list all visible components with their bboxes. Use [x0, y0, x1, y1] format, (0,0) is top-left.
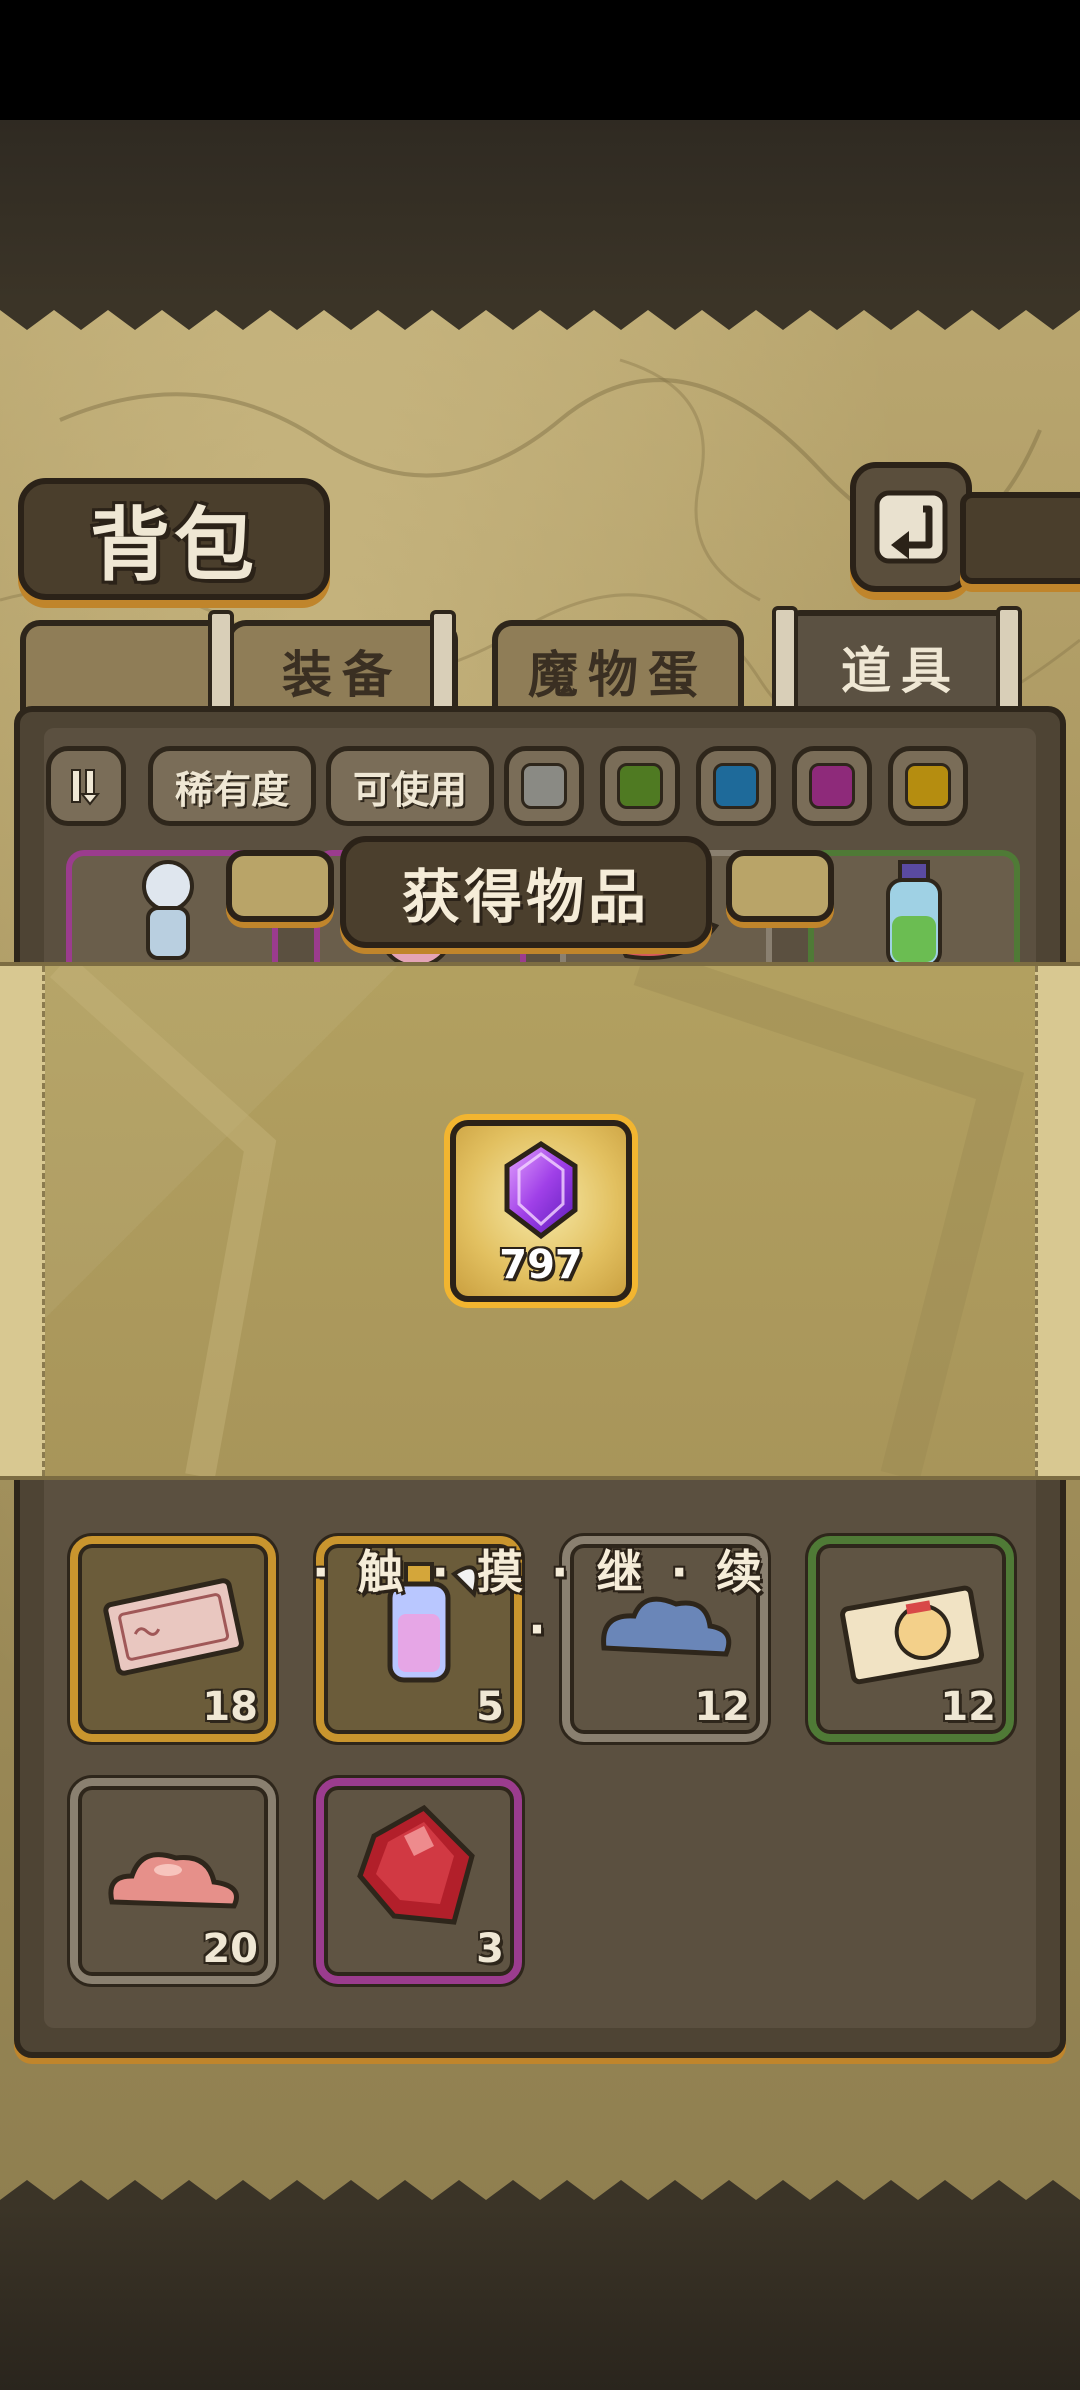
tab-divider: [430, 610, 456, 718]
filter-purple-button[interactable]: [792, 746, 872, 826]
reward-quantity: 797: [499, 1242, 583, 1288]
title-plate: 背包: [18, 478, 330, 600]
potion-bottle-icon: [886, 860, 942, 968]
popup-title: 获得物品: [340, 836, 712, 948]
pink-slime-icon: [108, 1852, 239, 1909]
item-slot[interactable]: 18: [70, 1536, 276, 1742]
red-gem-icon: [357, 1804, 475, 1925]
green-swatch: [617, 763, 663, 809]
tap-to-continue-hint: · 触 · 摸 · 继 · 续 ·: [311, 1545, 768, 1656]
sort-order-button[interactable]: [46, 746, 126, 826]
item-quantity: 18: [202, 1684, 258, 1730]
item-quantity: 12: [694, 1684, 750, 1730]
popup-title-ornament-left: [226, 850, 334, 922]
back-button[interactable]: [850, 462, 972, 592]
gray-swatch: [521, 763, 567, 809]
reward-item-slot[interactable]: 797: [450, 1120, 632, 1302]
item-slot[interactable]: 12: [808, 1536, 1014, 1742]
tab-equipment[interactable]: 装备: [226, 620, 458, 716]
item-quantity: 5: [476, 1684, 504, 1730]
filter-rarity-button[interactable]: 稀有度: [148, 746, 316, 826]
sort-order-icon: [71, 769, 101, 806]
purple-crystal-icon: [504, 1141, 578, 1240]
tab-divider: [208, 610, 234, 718]
filter-green-button[interactable]: [600, 746, 680, 826]
ticket-icon: [103, 1578, 244, 1676]
gold-swatch: [905, 763, 951, 809]
item-quantity: 3: [476, 1926, 504, 1972]
item-slot-partial[interactable]: [808, 850, 1020, 976]
popup-title-ornament-right: [726, 850, 834, 922]
item-quantity: 20: [202, 1926, 258, 1972]
top-background: [0, 120, 1080, 300]
filter-usable-button[interactable]: 可使用: [326, 746, 494, 826]
item-slot[interactable]: 20: [70, 1778, 276, 1984]
filter-blue-button[interactable]: [696, 746, 776, 826]
purple-swatch: [809, 763, 855, 809]
tab-items[interactable]: 道具: [780, 610, 1022, 718]
tab-monster-egg[interactable]: 魔物蛋: [492, 620, 744, 716]
character-ticket-icon: [840, 1585, 985, 1685]
item-quantity: 12: [940, 1684, 996, 1730]
page-title: 背包: [90, 498, 258, 592]
item-slot[interactable]: 3: [316, 1778, 522, 1984]
filter-gray-button[interactable]: [504, 746, 584, 826]
status-bar: [0, 0, 1080, 120]
return-arrow-icon: [874, 490, 948, 564]
chibi-figure-icon: [142, 860, 194, 960]
filter-gold-button[interactable]: [888, 746, 968, 826]
header-rail: [960, 492, 1080, 584]
blue-swatch: [713, 763, 759, 809]
tab-placeholder: [20, 620, 232, 716]
bottom-background: [0, 2210, 1080, 2390]
